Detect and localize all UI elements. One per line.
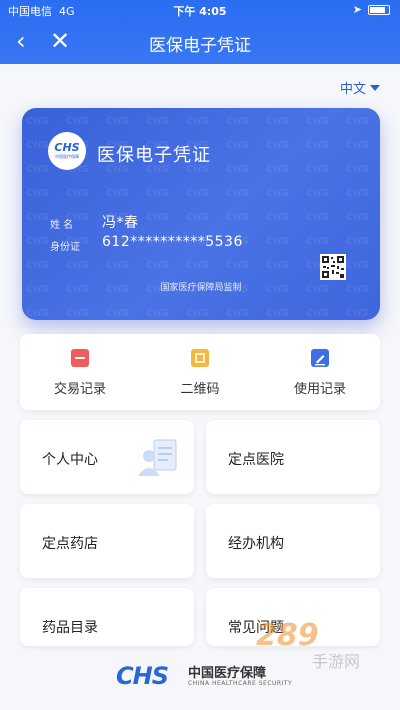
id-label: 身份证 bbox=[50, 242, 80, 253]
tile-label: 药品目录 bbox=[42, 620, 98, 636]
watermark-brand: 289 bbox=[256, 618, 319, 653]
chs-logo-text: CHS bbox=[116, 662, 169, 690]
page-title: 医保电子凭证 bbox=[149, 36, 251, 56]
footer-logo: CHS 中国医疗保障 CHINA HEALTHCARE SECURITY 289… bbox=[0, 618, 400, 700]
qrcode-button[interactable]: 二维码 bbox=[140, 334, 260, 410]
designated-pharmacy-tile[interactable]: 定点药店 bbox=[20, 504, 194, 578]
main-content: 中文 CHS CHS 中国医疗保障 医保电子凭证 姓 名 冯*春 身份证 612… bbox=[0, 64, 400, 710]
watermark: 289 手游网 bbox=[256, 618, 394, 678]
usage-record-button[interactable]: 使用记录 bbox=[260, 334, 380, 410]
drug-catalog-tile[interactable]: 药品目录 bbox=[20, 588, 194, 646]
card-title: 医保电子凭证 bbox=[97, 145, 211, 166]
logo-sub: 中国医疗保障 bbox=[55, 154, 79, 159]
medical-insurance-card[interactable]: CHS CHS 中国医疗保障 医保电子凭证 姓 名 冯*春 身份证 612***… bbox=[22, 108, 380, 320]
tile-label: 定点医院 bbox=[228, 452, 284, 468]
usage-record-icon bbox=[311, 349, 329, 367]
transaction-record-button[interactable]: 交易记录 bbox=[20, 334, 140, 410]
qrcode-icon bbox=[191, 349, 209, 367]
transaction-record-icon bbox=[71, 349, 89, 367]
name-value: 冯*春 bbox=[102, 215, 139, 231]
chs-logo: CHS 中国医疗保障 bbox=[48, 132, 86, 170]
usage-record-label: 使用记录 bbox=[293, 382, 346, 397]
id-value: 612**********5536 bbox=[102, 234, 243, 250]
caret-down-icon bbox=[370, 84, 380, 91]
person-document-icon bbox=[138, 439, 177, 476]
chs-cn-name: 中国医疗保障 bbox=[188, 666, 267, 681]
location-icon: ➤ bbox=[352, 3, 362, 16]
personal-center-tile[interactable]: 个人中心 bbox=[20, 420, 194, 494]
qrcode-label: 二维码 bbox=[180, 382, 220, 397]
watermark-site: 手游网 bbox=[312, 652, 361, 671]
status-icons: ➤ bbox=[353, 3, 390, 16]
status-time: 下午 4:05 bbox=[173, 5, 227, 18]
action-bar: 交易记录 二维码 使用记录 bbox=[20, 334, 380, 410]
designated-hospital-tile[interactable]: 定点医院 bbox=[206, 420, 380, 494]
navbar: ‹ ✕ 医保电子凭证 bbox=[0, 24, 400, 60]
tile-label: 个人中心 bbox=[42, 452, 98, 468]
battery-icon bbox=[368, 4, 390, 15]
card-footer: 国家医疗保障局监制 bbox=[160, 283, 242, 293]
chs-en-name: CHINA HEALTHCARE SECURITY bbox=[188, 680, 293, 687]
tile-label: 定点药店 bbox=[42, 536, 98, 552]
app-header: 中国电信 4G 下午 4:05 ➤ ‹ ✕ 医保电子凭证 bbox=[0, 0, 400, 64]
status-bar: 中国电信 4G 下午 4:05 ➤ bbox=[0, 0, 400, 20]
name-label: 姓 名 bbox=[50, 220, 74, 231]
qrcode-icon[interactable] bbox=[320, 254, 346, 280]
tile-label: 经办机构 bbox=[228, 536, 284, 552]
language-label: 中文 bbox=[339, 82, 366, 97]
agency-tile[interactable]: 经办机构 bbox=[206, 504, 380, 578]
logo-mark: CHS bbox=[54, 141, 80, 154]
language-selector[interactable]: 中文 bbox=[340, 78, 380, 97]
transaction-record-label: 交易记录 bbox=[53, 382, 106, 397]
